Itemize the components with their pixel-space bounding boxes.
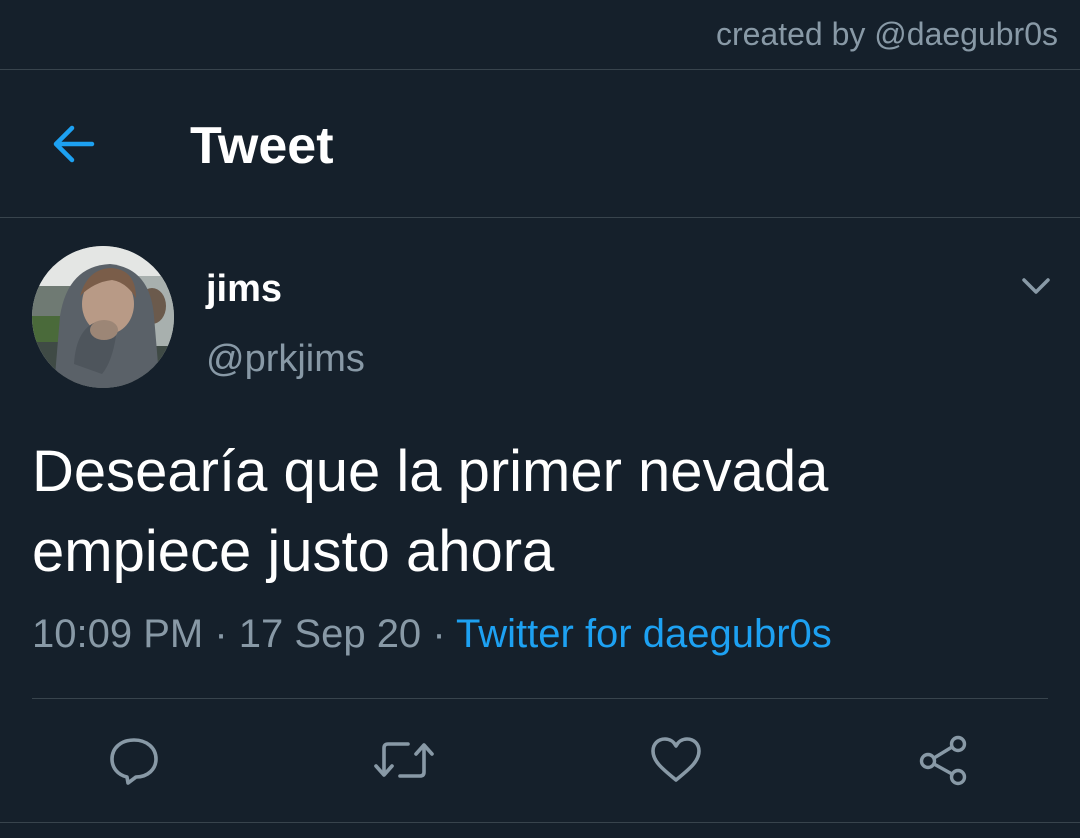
- tweet-text-line: empiece justo ahora: [32, 519, 555, 584]
- avatar-photo: [32, 246, 174, 388]
- tweet-date: 17 Sep 20: [238, 612, 422, 656]
- top-app-bar: Tweet: [0, 70, 1080, 218]
- speech-bubble-icon: [110, 738, 158, 785]
- like-button[interactable]: [648, 734, 704, 786]
- page-title: Tweet: [190, 117, 334, 175]
- chevron-down-icon: [1022, 278, 1050, 294]
- retweet-button[interactable]: [374, 734, 434, 786]
- tweet-options-button[interactable]: [1016, 268, 1056, 304]
- retweet-icon: [374, 742, 434, 778]
- avatar[interactable]: [32, 246, 174, 388]
- share-button[interactable]: [916, 734, 972, 786]
- heart-icon: [651, 737, 701, 782]
- tweet-text-line: Desearía que la primer nevada: [32, 439, 829, 504]
- credit-bar: created by @daegubr0s: [0, 0, 1080, 70]
- reply-button[interactable]: [106, 734, 162, 786]
- tweet-time: 10:09 PM: [32, 612, 204, 656]
- meta-separator: ·: [432, 612, 446, 656]
- tweet-source-link[interactable]: Twitter for daegubr0s: [456, 612, 832, 656]
- tweet-meta: 10:09 PM · 17 Sep 20 · Twitter for daegu…: [32, 612, 832, 657]
- back-button[interactable]: [44, 116, 104, 172]
- arrow-left-icon: [53, 125, 95, 163]
- credit-text: created by @daegubr0s: [715, 16, 1058, 52]
- author-handle: @prkjims: [206, 338, 365, 380]
- divider: [32, 698, 1048, 699]
- tweet-text: Desearía que la primer nevada empiece ju…: [32, 432, 1042, 592]
- author-name[interactable]: jims: [206, 268, 282, 311]
- divider: [0, 822, 1080, 823]
- meta-separator: ·: [214, 612, 228, 656]
- share-icon: [919, 735, 967, 786]
